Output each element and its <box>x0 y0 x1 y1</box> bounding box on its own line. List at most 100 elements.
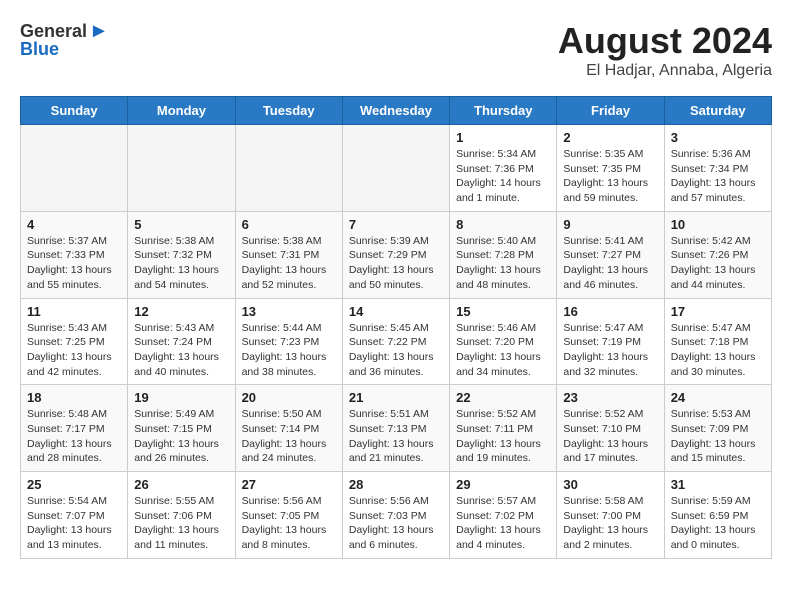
day-number: 21 <box>349 390 443 405</box>
calendar-week-row: 25 Sunrise: 5:54 AM Sunset: 7:07 PM Dayli… <box>21 472 772 559</box>
calendar-cell: 11 Sunrise: 5:43 AM Sunset: 7:25 PM Dayli… <box>21 298 128 385</box>
calendar-cell: 20 Sunrise: 5:50 AM Sunset: 7:14 PM Dayli… <box>235 385 342 472</box>
calendar-cell: 3 Sunrise: 5:36 AM Sunset: 7:34 PM Daylig… <box>664 125 771 212</box>
calendar-cell <box>235 125 342 212</box>
logo: General ► Blue <box>20 20 111 60</box>
day-info: Sunrise: 5:42 AM Sunset: 7:26 PM Dayligh… <box>671 234 765 293</box>
weekday-header-saturday: Saturday <box>664 97 771 125</box>
calendar-cell: 1Sunrise: 5:34 AM Sunset: 7:36 PM Daylig… <box>450 125 557 212</box>
calendar-cell <box>342 125 449 212</box>
day-number: 18 <box>27 390 121 405</box>
day-number: 17 <box>671 304 765 319</box>
day-number: 3 <box>671 130 765 145</box>
logo-blue-text: Blue <box>20 39 59 60</box>
day-info: Sunrise: 5:39 AM Sunset: 7:29 PM Dayligh… <box>349 234 443 293</box>
day-info: Sunrise: 5:58 AM Sunset: 7:00 PM Dayligh… <box>563 494 657 553</box>
calendar-cell: 10 Sunrise: 5:42 AM Sunset: 7:26 PM Dayli… <box>664 211 771 298</box>
day-info: Sunrise: 5:46 AM Sunset: 7:20 PM Dayligh… <box>456 321 550 380</box>
calendar-week-row: 1Sunrise: 5:34 AM Sunset: 7:36 PM Daylig… <box>21 125 772 212</box>
day-number: 30 <box>563 477 657 492</box>
calendar-cell: 2 Sunrise: 5:35 AM Sunset: 7:35 PM Daylig… <box>557 125 664 212</box>
calendar-week-row: 4 Sunrise: 5:37 AM Sunset: 7:33 PM Daylig… <box>21 211 772 298</box>
day-info: Sunrise: 5:37 AM Sunset: 7:33 PM Dayligh… <box>27 234 121 293</box>
calendar-cell: 5 Sunrise: 5:38 AM Sunset: 7:32 PM Daylig… <box>128 211 235 298</box>
calendar-cell: 9 Sunrise: 5:41 AM Sunset: 7:27 PM Daylig… <box>557 211 664 298</box>
logo-bird-icon: ► <box>89 20 109 43</box>
weekday-header-sunday: Sunday <box>21 97 128 125</box>
calendar-cell: 16 Sunrise: 5:47 AM Sunset: 7:19 PM Dayli… <box>557 298 664 385</box>
day-number: 26 <box>134 477 228 492</box>
calendar-cell: 18 Sunrise: 5:48 AM Sunset: 7:17 PM Dayli… <box>21 385 128 472</box>
calendar-cell: 14 Sunrise: 5:45 AM Sunset: 7:22 PM Dayli… <box>342 298 449 385</box>
day-number: 13 <box>242 304 336 319</box>
weekday-header-thursday: Thursday <box>450 97 557 125</box>
day-info: Sunrise: 5:56 AM Sunset: 7:03 PM Dayligh… <box>349 494 443 553</box>
day-info: Sunrise: 5:53 AM Sunset: 7:09 PM Dayligh… <box>671 407 765 466</box>
page-header: General ► Blue August 2024 El Hadjar, An… <box>20 20 772 80</box>
day-number: 23 <box>563 390 657 405</box>
day-number: 29 <box>456 477 550 492</box>
day-number: 22 <box>456 390 550 405</box>
calendar-cell: 4 Sunrise: 5:37 AM Sunset: 7:33 PM Daylig… <box>21 211 128 298</box>
day-info: Sunrise: 5:52 AM Sunset: 7:10 PM Dayligh… <box>563 407 657 466</box>
day-info: Sunrise: 5:45 AM Sunset: 7:22 PM Dayligh… <box>349 321 443 380</box>
day-info: Sunrise: 5:59 AM Sunset: 6:59 PM Dayligh… <box>671 494 765 553</box>
day-info: Sunrise: 5:54 AM Sunset: 7:07 PM Dayligh… <box>27 494 121 553</box>
weekday-header-row: SundayMondayTuesdayWednesdayThursdayFrid… <box>21 97 772 125</box>
day-info: Sunrise: 5:43 AM Sunset: 7:25 PM Dayligh… <box>27 321 121 380</box>
calendar-cell: 15 Sunrise: 5:46 AM Sunset: 7:20 PM Dayli… <box>450 298 557 385</box>
day-info: Sunrise: 5:56 AM Sunset: 7:05 PM Dayligh… <box>242 494 336 553</box>
day-info: Sunrise: 5:47 AM Sunset: 7:19 PM Dayligh… <box>563 321 657 380</box>
calendar-title: August 2024 <box>558 20 772 62</box>
day-info: Sunrise: 5:57 AM Sunset: 7:02 PM Dayligh… <box>456 494 550 553</box>
day-number: 2 <box>563 130 657 145</box>
calendar-cell: 12Sunrise: 5:43 AM Sunset: 7:24 PM Dayli… <box>128 298 235 385</box>
day-info: Sunrise: 5:44 AM Sunset: 7:23 PM Dayligh… <box>242 321 336 380</box>
weekday-header-wednesday: Wednesday <box>342 97 449 125</box>
day-info: Sunrise: 5:48 AM Sunset: 7:17 PM Dayligh… <box>27 407 121 466</box>
calendar-cell: 21 Sunrise: 5:51 AM Sunset: 7:13 PM Dayli… <box>342 385 449 472</box>
day-info: Sunrise: 5:52 AM Sunset: 7:11 PM Dayligh… <box>456 407 550 466</box>
calendar-cell: 25 Sunrise: 5:54 AM Sunset: 7:07 PM Dayli… <box>21 472 128 559</box>
calendar-cell <box>128 125 235 212</box>
day-info: Sunrise: 5:41 AM Sunset: 7:27 PM Dayligh… <box>563 234 657 293</box>
calendar-cell: 7Sunrise: 5:39 AM Sunset: 7:29 PM Daylig… <box>342 211 449 298</box>
day-info: Sunrise: 5:36 AM Sunset: 7:34 PM Dayligh… <box>671 147 765 206</box>
calendar-table: SundayMondayTuesdayWednesdayThursdayFrid… <box>20 96 772 559</box>
calendar-cell: 26 Sunrise: 5:55 AM Sunset: 7:06 PM Dayli… <box>128 472 235 559</box>
day-info: Sunrise: 5:38 AM Sunset: 7:32 PM Dayligh… <box>134 234 228 293</box>
day-number: 11 <box>27 304 121 319</box>
calendar-cell: 27 Sunrise: 5:56 AM Sunset: 7:05 PM Dayli… <box>235 472 342 559</box>
day-number: 27 <box>242 477 336 492</box>
day-info: Sunrise: 5:50 AM Sunset: 7:14 PM Dayligh… <box>242 407 336 466</box>
calendar-title-section: August 2024 El Hadjar, Annaba, Algeria <box>558 20 772 80</box>
calendar-cell: 13 Sunrise: 5:44 AM Sunset: 7:23 PM Dayli… <box>235 298 342 385</box>
day-number: 5 <box>134 217 228 232</box>
calendar-cell: 31 Sunrise: 5:59 AM Sunset: 6:59 PM Dayli… <box>664 472 771 559</box>
day-number: 6 <box>242 217 336 232</box>
day-info: Sunrise: 5:55 AM Sunset: 7:06 PM Dayligh… <box>134 494 228 553</box>
weekday-header-tuesday: Tuesday <box>235 97 342 125</box>
day-number: 20 <box>242 390 336 405</box>
day-number: 15 <box>456 304 550 319</box>
day-number: 10 <box>671 217 765 232</box>
calendar-cell: 24Sunrise: 5:53 AM Sunset: 7:09 PM Dayli… <box>664 385 771 472</box>
calendar-week-row: 18 Sunrise: 5:48 AM Sunset: 7:17 PM Dayli… <box>21 385 772 472</box>
day-number: 8 <box>456 217 550 232</box>
day-info: Sunrise: 5:38 AM Sunset: 7:31 PM Dayligh… <box>242 234 336 293</box>
day-number: 25 <box>27 477 121 492</box>
day-info: Sunrise: 5:35 AM Sunset: 7:35 PM Dayligh… <box>563 147 657 206</box>
calendar-cell: 30 Sunrise: 5:58 AM Sunset: 7:00 PM Dayli… <box>557 472 664 559</box>
day-info: Sunrise: 5:40 AM Sunset: 7:28 PM Dayligh… <box>456 234 550 293</box>
calendar-cell: 29 Sunrise: 5:57 AM Sunset: 7:02 PM Dayli… <box>450 472 557 559</box>
day-number: 4 <box>27 217 121 232</box>
day-number: 16 <box>563 304 657 319</box>
day-info: Sunrise: 5:51 AM Sunset: 7:13 PM Dayligh… <box>349 407 443 466</box>
day-number: 9 <box>563 217 657 232</box>
day-number: 19 <box>134 390 228 405</box>
calendar-subtitle: El Hadjar, Annaba, Algeria <box>558 62 772 80</box>
day-number: 1 <box>456 130 550 145</box>
day-number: 14 <box>349 304 443 319</box>
day-number: 31 <box>671 477 765 492</box>
day-number: 12 <box>134 304 228 319</box>
